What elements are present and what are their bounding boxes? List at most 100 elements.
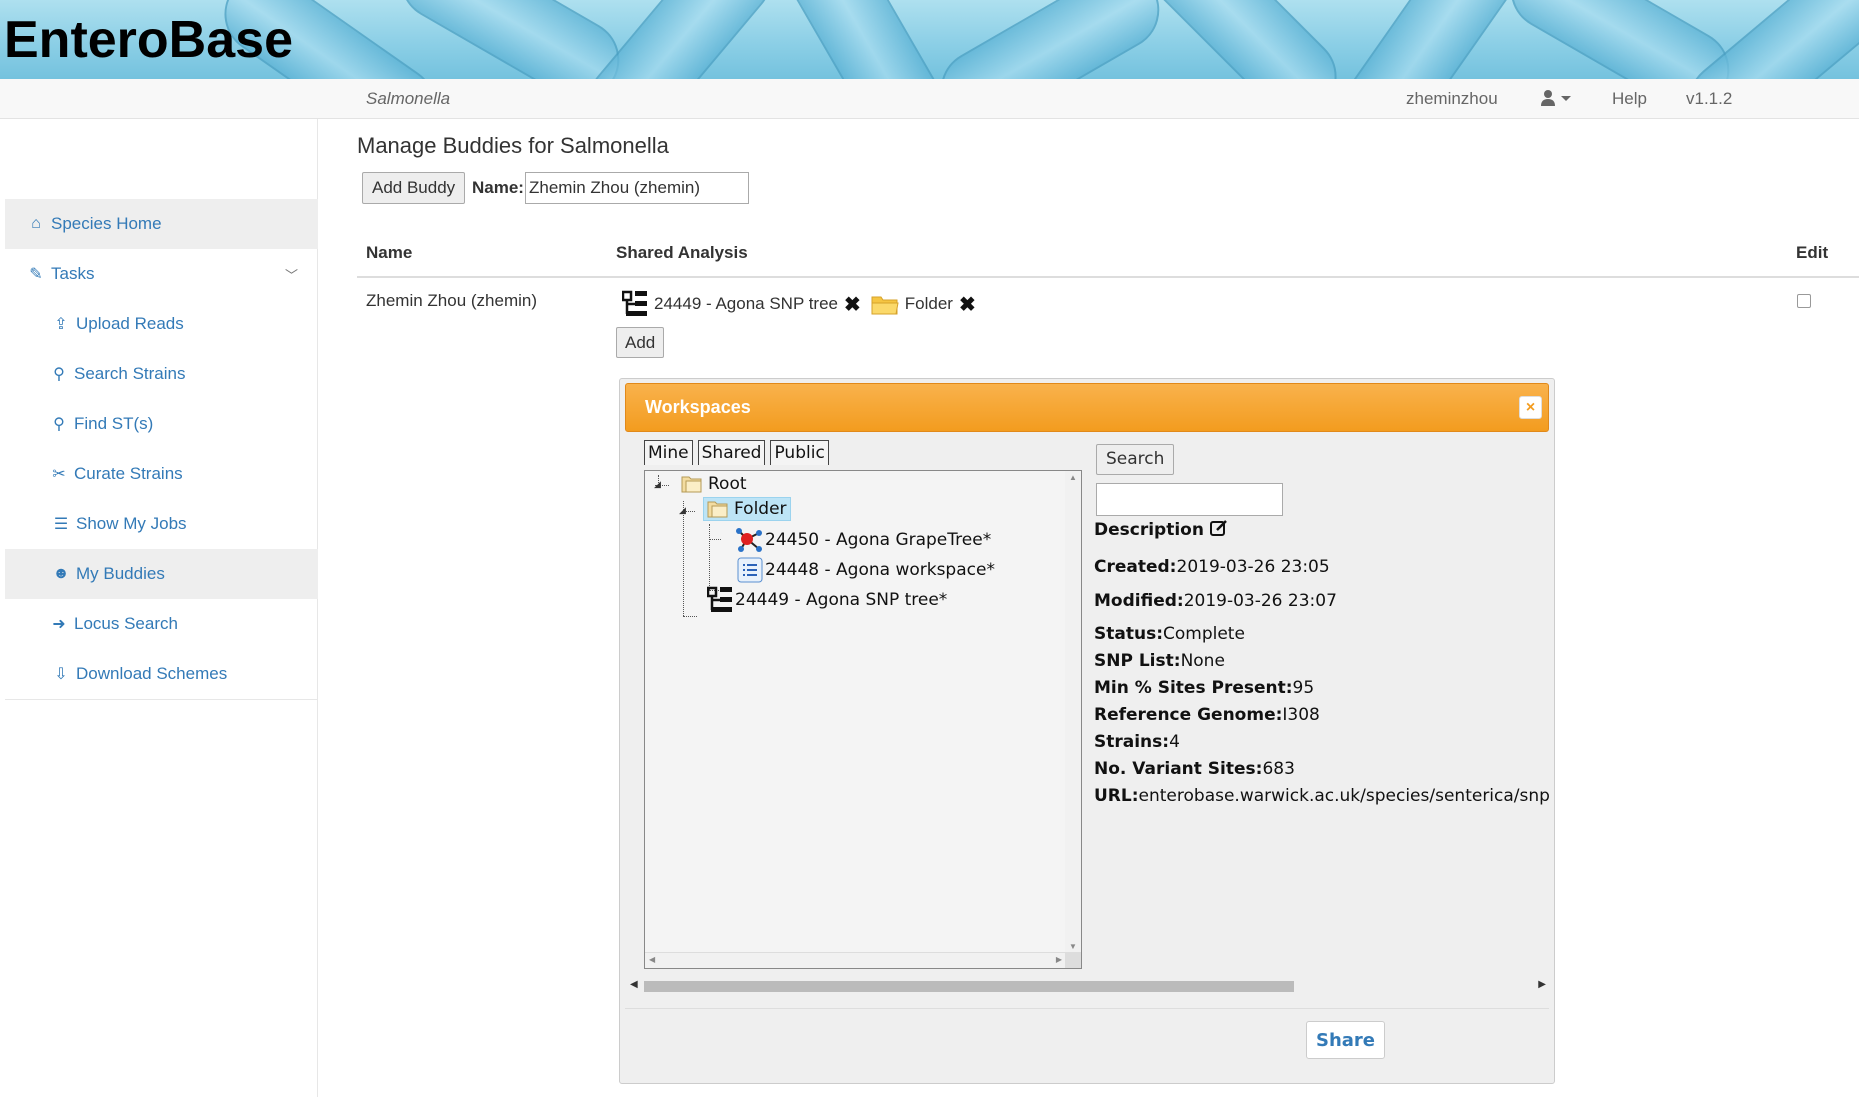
tree-node-grapetree[interactable]: 24450 - Agona GrapeTree* — [735, 527, 991, 553]
tree-connector — [683, 616, 697, 617]
grapetree-icon — [736, 528, 762, 552]
sidebar-item-label: My Buddies — [76, 564, 165, 583]
tree-vertical-scrollbar[interactable]: ▲ ▼ — [1065, 471, 1081, 953]
user-menu-icon[interactable] — [1541, 89, 1575, 112]
detail-modified: Modified:2019-03-26 23:07 — [1094, 591, 1337, 611]
download-icon: ⇩ — [54, 666, 68, 683]
shared-item-label: 24449 - Agona SNP tree — [654, 294, 838, 313]
column-header-edit: Edit — [1796, 243, 1829, 262]
tree-node-workspace[interactable]: 24448 - Agona workspace* — [737, 557, 995, 583]
tree-expand-icon[interactable]: ◢ — [679, 505, 686, 516]
arrow-right-icon: ➜ — [52, 616, 66, 633]
add-buddy-button[interactable]: Add Buddy — [362, 172, 466, 204]
edit-checkbox[interactable] — [1797, 294, 1811, 308]
share-button[interactable]: Share — [1306, 1021, 1385, 1059]
top-navbar: Salmonella zheminzhou Help v1.1.2 — [0, 79, 1859, 119]
sidebar-item-show-my-jobs[interactable]: ☰ Show My Jobs — [5, 499, 318, 549]
sidebar-item-label: Locus Search — [74, 614, 178, 633]
detail-reference-genome: Reference Genome:I308 — [1094, 705, 1320, 725]
folder-icon — [707, 501, 728, 518]
sidebar-item-species-home[interactable]: ⌂ Species Home — [5, 199, 318, 249]
username-link[interactable]: zheminzhou — [1406, 89, 1498, 109]
detail-strains: Strains:4 — [1094, 732, 1180, 752]
dialog-body: Workspaces × Mine Shared Public ◢ ◢ Root… — [620, 379, 1556, 1085]
tree-node-root[interactable]: Root — [681, 474, 747, 494]
edit-icon[interactable] — [1209, 519, 1228, 537]
scroll-down-icon[interactable]: ▼ — [1069, 942, 1077, 951]
snp-tree-icon — [622, 290, 647, 316]
tree-connector — [709, 539, 721, 540]
wrench-icon: ✎ — [29, 266, 43, 283]
workspace-tabs: Mine Shared Public — [644, 440, 834, 465]
sidebar-item-label: Upload Reads — [76, 314, 184, 333]
search-icon: ⚲ — [53, 416, 65, 433]
buddy-name-input[interactable] — [525, 172, 749, 204]
dialog-horizontal-scrollbar[interactable]: ◀ ▶ — [628, 979, 1548, 993]
remove-shared-icon[interactable]: ✖ — [959, 292, 976, 317]
sidebar-item-tasks[interactable]: ✎ Tasks ﹀ — [5, 249, 318, 299]
home-icon: ⌂ — [31, 215, 41, 232]
column-header-shared-analysis: Shared Analysis — [616, 243, 748, 262]
tree-expand-icon[interactable]: ◢ — [654, 479, 661, 490]
scroll-up-icon[interactable]: ▲ — [1069, 473, 1077, 482]
scrollbar-thumb[interactable] — [644, 981, 1294, 992]
banner-bacteria — [1126, 0, 1354, 79]
chevron-down-icon[interactable]: ﹀ — [285, 265, 298, 284]
workspace-search-input[interactable] — [1096, 483, 1283, 516]
buddy-name-cell: Zhemin Zhou (zhemin) — [366, 291, 538, 310]
search-strains-icon: ⚲ — [53, 366, 65, 383]
snp-tree-icon — [707, 586, 732, 612]
sidebar-item-label: Show My Jobs — [76, 514, 187, 533]
scroll-right-icon[interactable]: ▶ — [1538, 979, 1546, 990]
banner-bacteria — [386, 0, 634, 79]
tree-node-label: 24448 - Agona workspace* — [765, 560, 995, 580]
sidebar-item-curate-strains[interactable]: ✂ Curate Strains — [5, 449, 318, 499]
workspace-list-icon — [737, 557, 763, 583]
scroll-right-icon[interactable]: ▶ — [1056, 955, 1062, 964]
sidebar-item-my-buddies[interactable]: ☻ My Buddies — [5, 549, 318, 599]
enterobase-logo[interactable]: EnteroBase — [4, 10, 293, 70]
tree-horizontal-scrollbar[interactable]: ◀ ▶ — [645, 952, 1066, 968]
tree-connector — [709, 524, 710, 590]
species-name[interactable]: Salmonella — [366, 89, 450, 109]
tree-node-label: Folder — [734, 499, 787, 519]
folder-icon — [681, 476, 702, 493]
banner-bacteria — [1328, 0, 1532, 79]
detail-url: URL:enterobase.warwick.ac.uk/species/sen… — [1094, 786, 1550, 806]
sidebar-item-label: Search Strains — [74, 364, 186, 383]
sidebar-item-download-schemes[interactable]: ⇩ Download Schemes — [5, 649, 318, 699]
scroll-left-icon[interactable]: ◀ — [649, 955, 655, 964]
page-title: Manage Buddies for Salmonella — [357, 133, 669, 158]
remove-shared-icon[interactable]: ✖ — [844, 292, 861, 317]
tree-node-label: 24449 - Agona SNP tree* — [735, 590, 948, 610]
search-button[interactable]: Search — [1096, 444, 1175, 475]
detail-created: Created:2019-03-26 23:05 — [1094, 557, 1330, 577]
scroll-left-icon[interactable]: ◀ — [630, 979, 638, 990]
description-heading: Description — [1094, 519, 1228, 540]
tree-connector — [683, 501, 684, 616]
help-link[interactable]: Help — [1612, 89, 1647, 109]
workspace-tree[interactable]: ◢ ◢ Root Folder 24450 - Agona GrapeTree*… — [644, 470, 1082, 969]
sidebar-item-locus-search[interactable]: ➜ Locus Search — [5, 599, 318, 649]
dialog-titlebar[interactable]: Workspaces × — [625, 383, 1549, 432]
tree-node-snp-tree[interactable]: 24449 - Agona SNP tree* — [707, 586, 947, 614]
close-icon[interactable]: × — [1519, 396, 1542, 419]
sidebar-item-label: Species Home — [51, 214, 162, 233]
sidebar-item-label: Tasks — [51, 264, 95, 283]
sidebar: ⌂ Species Home ✎ Tasks ﹀ ⇪ Upload Reads … — [0, 119, 318, 1097]
name-label: Name: — [472, 178, 524, 197]
shared-item-label: Folder — [904, 294, 953, 313]
add-shared-button[interactable]: Add — [616, 327, 665, 358]
tab-shared[interactable]: Shared — [697, 440, 766, 465]
sidebar-item-search-strains[interactable]: ⚲ Search Strains — [5, 349, 318, 399]
table-header-divider — [357, 276, 1859, 278]
tree-node-folder[interactable]: Folder — [703, 497, 791, 521]
tab-mine[interactable]: Mine — [644, 440, 693, 465]
detail-status: Status:Complete — [1094, 624, 1245, 644]
workspaces-dialog: Workspaces × Mine Shared Public ◢ ◢ Root… — [619, 378, 1555, 1084]
shared-analysis-list: 24449 - Agona SNP tree ✖ Folder ✖ — [622, 290, 986, 318]
folder-icon — [871, 296, 899, 315]
tab-public[interactable]: Public — [770, 440, 829, 465]
sidebar-item-upload-reads[interactable]: ⇪ Upload Reads — [5, 299, 318, 349]
sidebar-item-find-sts[interactable]: ⚲ Find ST(s) — [5, 399, 318, 449]
